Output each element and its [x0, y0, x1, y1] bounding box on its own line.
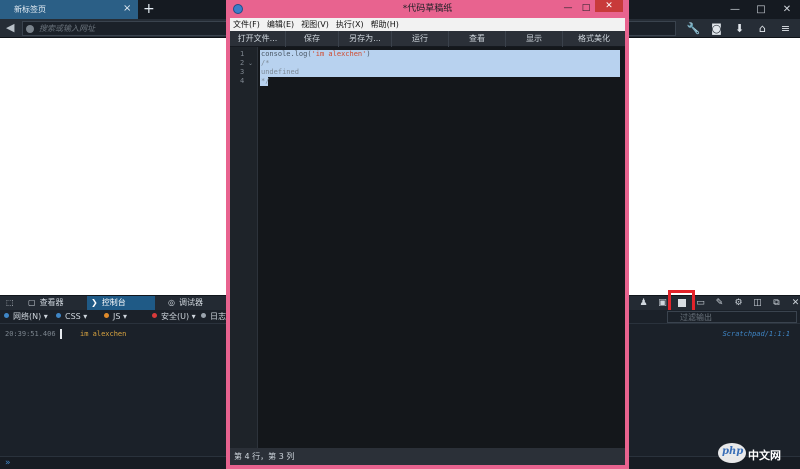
filter-label: 日志	[210, 312, 226, 321]
scratchpad-close-icon[interactable]: ✕	[595, 0, 623, 12]
debugger-icon: ◎	[168, 298, 175, 307]
home-icon[interactable]: ⌂	[751, 19, 774, 38]
filter-dot	[201, 313, 206, 318]
console-icon: ❯	[91, 298, 98, 307]
php-logo-text: php	[722, 446, 744, 457]
wrench-icon[interactable]: 🔧	[682, 19, 705, 38]
dock-side-icon[interactable]: ◫	[748, 296, 767, 310]
scratchpad-title: *代码草稿纸	[402, 4, 453, 14]
filter-label: 网络(N)	[13, 312, 42, 321]
filter-js[interactable]: JS ▾	[104, 310, 127, 323]
filter-dot	[4, 313, 9, 318]
pick-element-icon[interactable]: ⬚	[2, 296, 18, 310]
url-input[interactable]	[39, 22, 239, 35]
save-as-button[interactable]: 另存为...	[339, 31, 392, 47]
watermark-text: 中文网	[748, 449, 781, 462]
code-string: 'im alexchen'	[311, 50, 367, 58]
pretty-print-button[interactable]: 格式美化	[563, 31, 625, 47]
chevron-down-icon: ▾	[122, 312, 127, 321]
filter-label: 安全(U)	[161, 312, 190, 321]
scratchpad-toolbar: 打开文件... 保存 另存为... 运行 查看 显示 格式美化	[230, 31, 625, 47]
scratchpad-notepad-icon	[678, 299, 686, 307]
minimize-icon[interactable]: —	[559, 0, 577, 16]
devtools-close-icon[interactable]: ✕	[786, 296, 800, 310]
log-source-link[interactable]: Scratchpad/1:1:1	[723, 327, 790, 341]
tab-title: 新标签页	[14, 5, 46, 14]
back-arrow-icon[interactable]: ◀	[6, 21, 14, 34]
nav-icons: 🔧 ◙ ⬇ ⌂ ≡	[682, 19, 797, 38]
pocket-icon[interactable]: ◙	[705, 19, 728, 38]
filter-label: CSS	[65, 312, 81, 321]
code-line-1: console.log('im alexchen')	[261, 50, 371, 59]
code-line-2: /*	[261, 59, 270, 67]
log-message: im alexchen	[80, 330, 127, 338]
filter-dot	[56, 313, 61, 318]
code-token: console.log(	[261, 50, 312, 58]
filter-net[interactable]: 网络(N) ▾	[4, 310, 48, 323]
chevron-down-icon: ▾	[83, 312, 88, 321]
prompt-icon: »	[5, 458, 11, 468]
tab-debugger[interactable]: ◎ 调试器	[164, 296, 224, 310]
inspect-button[interactable]: 查看	[449, 31, 506, 47]
menu-edit[interactable]: 编辑(E)	[267, 18, 294, 31]
filter-label: JS	[113, 312, 121, 321]
tab-label: 控制台	[101, 298, 126, 307]
code-editor[interactable]: 1 2 ⌄ 3 4 console.log('im alexchen') /* …	[230, 47, 625, 448]
tab-label: 调试器	[178, 298, 203, 307]
tab-close-icon[interactable]: ×	[123, 3, 131, 14]
filter-css[interactable]: CSS ▾	[56, 310, 87, 323]
maximize-icon[interactable]: □	[748, 0, 774, 19]
scratchpad-window: *代码草稿纸 — □ ✕ 文件(F) 编辑(E) 视图(V) 执行(X) 帮助(…	[226, 0, 629, 469]
scratchpad-statusbar: 第 4 行，第 3 列	[230, 448, 625, 465]
eyedropper-icon[interactable]: ✎	[710, 296, 729, 310]
log-level-bar	[60, 329, 62, 339]
fold-chevron-icon[interactable]: ⌄	[248, 59, 253, 68]
scratchpad-menubar: 文件(F) 编辑(E) 视图(V) 执行(X) 帮助(H)	[230, 18, 625, 31]
filter-dot	[152, 313, 157, 318]
tab-inspector[interactable]: ▢ 查看器	[24, 296, 84, 310]
display-button[interactable]: 显示	[506, 31, 563, 47]
filter-log[interactable]: 日志	[201, 310, 226, 323]
inspector-icon: ▢	[28, 298, 36, 307]
filter-security[interactable]: 安全(U) ▾	[152, 310, 196, 323]
minimize-icon[interactable]: —	[722, 0, 748, 19]
menu-file[interactable]: 文件(F)	[233, 18, 260, 31]
tab-label: 查看器	[39, 298, 64, 307]
filter-dot	[104, 313, 109, 318]
popout-icon[interactable]: ⧉	[767, 296, 786, 310]
line-number: 3	[240, 68, 245, 76]
php-watermark: php 中文网	[718, 441, 796, 467]
line-number: 4	[240, 77, 245, 85]
tab-console[interactable]: ❯ 控制台	[87, 296, 155, 310]
tab-new-tab[interactable]: 新标签页 ×	[0, 0, 138, 19]
save-button[interactable]: 保存	[286, 31, 339, 47]
window-controls: — □ ✕	[722, 0, 800, 19]
maximize-icon[interactable]: □	[577, 0, 595, 16]
firefox-logo-icon	[233, 4, 243, 14]
menu-help[interactable]: 帮助(H)	[371, 18, 399, 31]
scratchpad-titlebar[interactable]: *代码草稿纸 — □ ✕	[226, 0, 629, 18]
code-line-3: undefined	[261, 68, 299, 76]
devtools-right-icons: ♟ ▣ ▭ ✎ ⚙ ◫ ⧉ ✕	[634, 296, 800, 310]
gear-icon[interactable]: ⚙	[729, 296, 748, 310]
download-icon[interactable]: ⬇	[728, 19, 751, 38]
log-timestamp: 20:39:51.406	[5, 330, 56, 338]
open-file-button[interactable]: 打开文件...	[230, 31, 286, 47]
scratchpad-controls: — □	[559, 0, 595, 16]
globe-icon	[26, 25, 34, 33]
new-tab-button[interactable]: +	[143, 0, 155, 18]
chevron-down-icon: ▾	[191, 312, 196, 321]
run-button[interactable]: 运行	[392, 31, 449, 47]
menu-execute[interactable]: 执行(X)	[336, 18, 364, 31]
filter-output-input[interactable]	[667, 311, 797, 323]
line-gutter: 1 2 ⌄ 3 4	[230, 47, 258, 448]
code-line-4: */	[261, 77, 270, 85]
code-token: )	[366, 50, 371, 58]
paintbrush-icon[interactable]: ♟	[634, 296, 653, 310]
line-number: 1	[240, 50, 245, 58]
chevron-down-icon: ▾	[43, 312, 48, 321]
window-close-icon[interactable]: ✕	[774, 0, 800, 19]
menu-view[interactable]: 视图(V)	[301, 18, 329, 31]
menu-icon[interactable]: ≡	[774, 19, 797, 38]
